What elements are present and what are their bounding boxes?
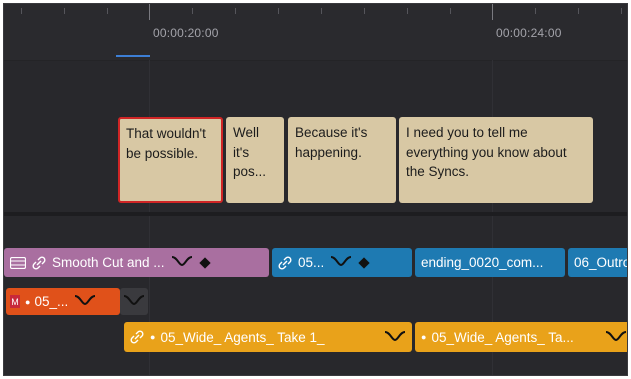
subtitle-clip[interactable]: Well it's pos... (226, 117, 284, 203)
playhead-marker[interactable] (116, 55, 150, 57)
transition-curve-icon (123, 293, 145, 310)
transition-curve-icon[interactable] (330, 254, 352, 271)
subtitle-clip[interactable]: Because it's happening. (288, 117, 396, 203)
timecode-label: 00:00:20:00 (153, 26, 219, 40)
subtitle-text: That wouldn't be possible. (126, 126, 206, 161)
subtitle-text: Because it's happening. (295, 125, 368, 160)
audio-transition[interactable] (120, 288, 148, 315)
keyframe-diamond-icon[interactable] (358, 256, 370, 269)
ruler-tick (407, 8, 408, 14)
video-clip[interactable]: 05... (272, 248, 412, 277)
video-clip[interactable]: Smooth Cut and ... (4, 248, 269, 277)
ruler-tick (278, 8, 279, 14)
bullet-icon: ● (25, 296, 31, 307)
ruler-tick (107, 8, 108, 14)
video-clip[interactable]: ending_0020_com... (415, 248, 565, 277)
clip-name: ending_0020_com... (421, 255, 544, 270)
bullet-icon: ● (150, 332, 156, 342)
mono-badge: M (10, 295, 20, 308)
ruler-tick (535, 8, 536, 14)
audio-clip[interactable]: M ● 05_... (6, 288, 120, 315)
ruler-tick (450, 8, 451, 14)
transition-curve-icon[interactable] (605, 329, 627, 346)
bullet-icon: ● (421, 332, 427, 342)
link-icon (130, 330, 144, 344)
link-icon (32, 255, 46, 270)
clip-name: 05_Wide_ Agents_ Take 1_ (160, 329, 325, 345)
audio-clip[interactable]: ● 05_Wide_ Agents_ Take 1_ (124, 322, 412, 352)
clip-name: 05... (298, 255, 325, 270)
ruler-tick (235, 8, 236, 14)
subtitle-clip[interactable]: I need you to tell me everything you kno… (399, 117, 593, 203)
subtitle-clip-selected[interactable]: That wouldn't be possible. (118, 117, 223, 203)
ruler-tick (321, 8, 322, 14)
timecode-ruler[interactable]: 00:00:20:00 00:00:24:00 (4, 4, 627, 61)
ruler-major-tick (149, 4, 150, 20)
transition-curve-icon[interactable] (74, 293, 96, 310)
clip-name: 05_Wide_ Agents_ Ta... (431, 329, 574, 345)
ruler-tick (64, 8, 65, 14)
clip-name: 05_... (34, 294, 69, 309)
clip-name: Smooth Cut and ... (52, 255, 165, 270)
timecode-label: 00:00:24:00 (496, 26, 562, 40)
track-divider (4, 212, 627, 216)
keyframe-diamond-icon[interactable] (198, 256, 211, 269)
subtitle-text: I need you to tell me everything you kno… (406, 125, 567, 179)
transition-curve-icon[interactable] (384, 329, 406, 346)
video-clip[interactable]: 06_Outro (568, 248, 628, 277)
timeline-panel[interactable]: 00:00:20:00 00:00:24:00 That wouldn't be… (3, 3, 628, 376)
ruler-tick (621, 8, 622, 14)
audio-clip[interactable]: ● 05_Wide_ Agents_ Ta... (415, 322, 627, 352)
film-icon (10, 256, 26, 269)
ruler-tick (364, 8, 365, 14)
clip-name: 06_Outro (574, 255, 628, 270)
ruler-tick (578, 8, 579, 14)
transition-curve-icon[interactable] (171, 254, 193, 271)
subtitle-text: Well it's pos... (233, 125, 267, 179)
ruler-major-tick (492, 4, 493, 20)
link-icon (278, 255, 292, 270)
ruler-tick (21, 8, 22, 14)
ruler-tick (192, 8, 193, 14)
